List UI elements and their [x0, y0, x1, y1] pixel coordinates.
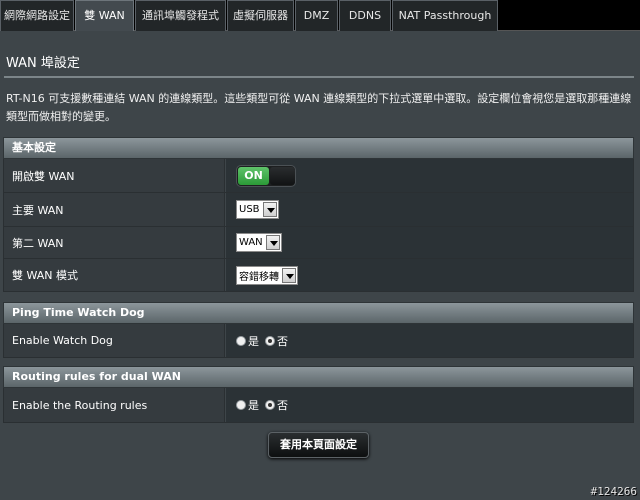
enable-routing-label: Enable the Routing rules: [4, 388, 225, 422]
chevron-down-icon: [282, 267, 296, 283]
secondary-wan-label: 第二 WAN: [4, 227, 225, 258]
chevron-down-icon: [262, 202, 277, 217]
routing-no-option[interactable]: 否: [265, 397, 288, 413]
row-enable-routing: Enable the Routing rules 是 否: [3, 388, 634, 423]
row-secondary-wan: 第二 WAN WAN: [3, 227, 634, 259]
enable-watchdog-value: 是 否: [226, 324, 633, 357]
watermark: #124266: [590, 485, 637, 498]
row-dual-wan: 開啟雙 WAN ON: [3, 159, 634, 193]
dual-wan-mode-select[interactable]: 容錯移轉: [236, 265, 298, 285]
dual-wan-toggle[interactable]: ON: [236, 164, 296, 187]
secondary-wan-value: WAN: [226, 227, 633, 258]
dual-wan-label: 開啟雙 WAN: [4, 159, 225, 192]
primary-wan-label: 主要 WAN: [4, 193, 225, 226]
tab-nat-passthrough[interactable]: NAT Passthrough: [392, 0, 498, 31]
watchdog-yes-label: 是: [248, 334, 259, 348]
tab-dmz[interactable]: DMZ: [295, 0, 338, 31]
toggle-knob: [270, 166, 295, 185]
row-dual-wan-mode: 雙 WAN 模式 容錯移轉: [3, 259, 634, 292]
tab-bar: 網際網路設定 雙 WAN 通訊埠觸發程式 虛擬伺服器 DMZ DDNS NAT …: [0, 0, 640, 31]
dual-wan-mode-label: 雙 WAN 模式: [4, 259, 225, 291]
title-divider: [4, 76, 634, 78]
section-header-watchdog: Ping Time Watch Dog: [3, 302, 634, 324]
tab-port-trigger[interactable]: 通訊埠觸發程式: [135, 0, 226, 31]
routing-yes-option[interactable]: 是: [236, 397, 259, 413]
toggle-on-label: ON: [238, 166, 269, 185]
secondary-wan-select-value: WAN: [239, 237, 263, 248]
tab-dual-wan[interactable]: 雙 WAN: [75, 0, 134, 31]
dual-wan-mode-select-value: 容錯移轉: [239, 271, 279, 283]
row-primary-wan: 主要 WAN USB: [3, 193, 634, 227]
page-title: WAN 埠設定: [6, 56, 80, 71]
tab-virtual-server[interactable]: 虛擬伺服器: [227, 0, 294, 31]
dual-wan-value: ON: [226, 159, 633, 192]
tab-internet-settings[interactable]: 網際網路設定: [0, 0, 74, 31]
dual-wan-mode-value: 容錯移轉: [226, 259, 633, 291]
watchdog-no-radio[interactable]: [265, 335, 275, 346]
enable-watchdog-label: Enable Watch Dog: [4, 324, 225, 357]
watchdog-yes-option[interactable]: 是: [236, 333, 259, 349]
routing-no-radio[interactable]: [265, 400, 275, 410]
tab-ddns[interactable]: DDNS: [339, 0, 391, 31]
section-header-routing: Routing rules for dual WAN: [3, 366, 634, 388]
routing-yes-label: 是: [248, 399, 259, 412]
enable-routing-value: 是 否: [226, 388, 633, 422]
chevron-down-icon: [265, 235, 280, 250]
secondary-wan-select[interactable]: WAN: [236, 233, 282, 252]
routing-yes-radio[interactable]: [236, 400, 246, 410]
primary-wan-select[interactable]: USB: [236, 200, 279, 219]
watchdog-no-option[interactable]: 否: [265, 333, 288, 349]
routing-no-label: 否: [277, 399, 288, 412]
section-header-basic: 基本設定: [3, 137, 634, 159]
primary-wan-select-value: USB: [239, 204, 260, 215]
row-enable-watchdog: Enable Watch Dog 是 否: [3, 324, 634, 358]
watchdog-no-label: 否: [277, 334, 288, 348]
watchdog-yes-radio[interactable]: [236, 335, 246, 346]
apply-button[interactable]: 套用本頁面設定: [268, 432, 369, 458]
page-description: RT-N16 可支援數種連結 WAN 的連線類型。這些類型可從 WAN 連線類型…: [6, 92, 632, 123]
primary-wan-value: USB: [226, 193, 633, 226]
